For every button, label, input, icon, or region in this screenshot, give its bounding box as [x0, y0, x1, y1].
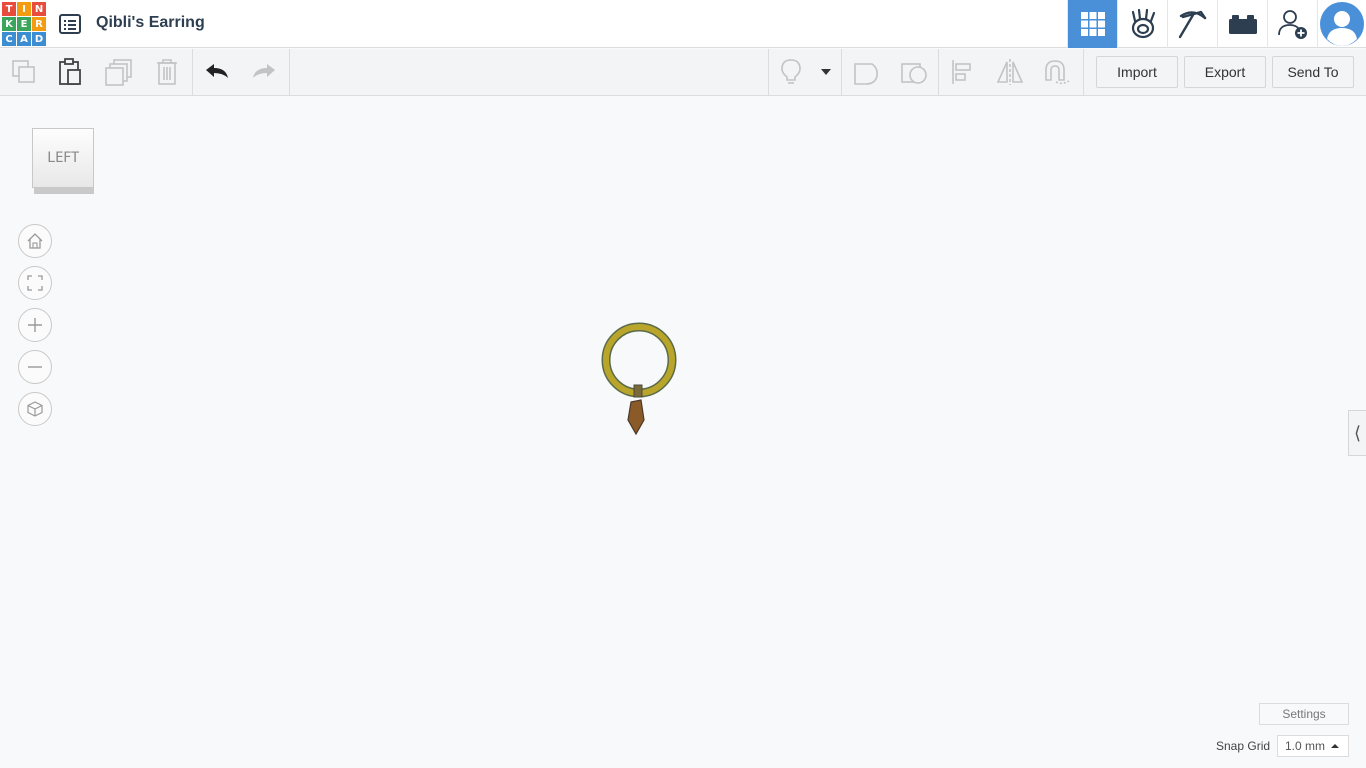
delete-button[interactable]	[144, 49, 190, 95]
logo-letter: R	[32, 17, 46, 31]
view-cube-face[interactable]: LEFT	[32, 128, 94, 188]
toolbar-divider	[938, 49, 939, 95]
magnet-icon	[1045, 60, 1070, 85]
trash-icon	[157, 59, 177, 85]
perspective-button[interactable]	[18, 392, 52, 426]
undo-icon	[206, 64, 228, 78]
cruise-button[interactable]	[1034, 49, 1080, 95]
invite-user-button[interactable]	[1267, 0, 1317, 48]
profile-avatar-button[interactable]	[1317, 0, 1366, 48]
toolbar-divider	[192, 49, 193, 95]
notes-button[interactable]	[768, 49, 814, 95]
side-panel-toggle[interactable]: ⟨	[1348, 410, 1366, 456]
settings-button[interactable]: Settings	[1259, 703, 1349, 725]
duplicate-button[interactable]	[96, 49, 142, 95]
top-bar: T I N K E R C A D Qibli's Earring	[0, 0, 1366, 48]
toolbar-divider	[1083, 49, 1084, 95]
logo-letter: N	[32, 2, 46, 16]
bricks-view-button[interactable]	[1217, 0, 1267, 48]
ungroup-button[interactable]	[891, 49, 937, 95]
mirror-button[interactable]	[987, 49, 1033, 95]
home-view-button[interactable]	[18, 224, 52, 258]
logo-letter: A	[17, 32, 31, 46]
snap-grid-select[interactable]: 1.0 mm	[1277, 735, 1349, 757]
tinkercad-logo[interactable]: T I N K E R C A D	[2, 2, 46, 46]
fit-view-icon	[27, 275, 43, 291]
home-icon	[27, 233, 43, 249]
edit-toolbar: Import Export Send To	[0, 49, 1366, 96]
import-button[interactable]: Import	[1096, 56, 1178, 88]
view-cube[interactable]: LEFT	[32, 128, 94, 194]
toolbar-divider	[841, 49, 842, 95]
blocks-view-button[interactable]	[1117, 0, 1167, 48]
3d-design-view-button[interactable]	[1067, 0, 1117, 48]
workplane-canvas	[155, 322, 1205, 436]
group-icon	[854, 63, 878, 85]
caret-up-icon	[1331, 744, 1340, 748]
minecraft-view-button[interactable]	[1167, 0, 1217, 48]
redo-icon	[253, 64, 275, 78]
paste-button[interactable]	[47, 49, 93, 95]
pickaxe-icon	[1178, 10, 1206, 39]
logo-letter: D	[32, 32, 46, 46]
duplicate-icon	[105, 59, 132, 86]
logo-letter: E	[17, 17, 31, 31]
fit-view-button[interactable]	[18, 266, 52, 300]
clipboard-icon	[59, 58, 81, 85]
view-cube-base	[34, 188, 94, 194]
add-user-icon	[1277, 10, 1307, 39]
mirror-icon	[996, 59, 1024, 85]
group-button[interactable]	[843, 49, 889, 95]
notes-dropdown-button[interactable]	[812, 49, 840, 95]
align-icon	[952, 60, 971, 84]
avatar-icon	[1320, 2, 1364, 46]
design-title[interactable]: Qibli's Earring	[96, 14, 205, 32]
align-button[interactable]	[940, 49, 986, 95]
undo-button[interactable]	[194, 49, 240, 95]
ungroup-icon	[901, 63, 927, 84]
logo-letter: K	[2, 17, 16, 31]
grid-icon	[1080, 12, 1105, 36]
export-button[interactable]: Export	[1184, 56, 1266, 88]
zoom-out-button[interactable]	[18, 350, 52, 384]
snap-grid-value: 1.0 mm	[1285, 739, 1326, 753]
design-list-button[interactable]	[58, 12, 82, 36]
lightbulb-icon	[781, 59, 801, 84]
logo-letter: C	[2, 32, 16, 46]
toolbar-divider	[289, 49, 290, 95]
chevron-left-icon: ⟨	[1353, 422, 1362, 443]
zoom-in-icon	[28, 318, 42, 332]
logo-letter: I	[17, 2, 31, 16]
hand-bug-icon	[1131, 8, 1155, 39]
list-icon	[59, 14, 81, 34]
logo-letter: T	[2, 2, 16, 16]
copy-icon	[12, 60, 35, 83]
zoom-out-icon	[28, 366, 42, 368]
brick-icon	[1228, 15, 1257, 34]
send-to-button[interactable]: Send To	[1272, 56, 1354, 88]
redo-button[interactable]	[241, 49, 287, 95]
snap-grid-label: Snap Grid	[1216, 739, 1271, 753]
zoom-in-button[interactable]	[18, 308, 52, 342]
caret-down-icon	[821, 69, 831, 75]
earring-model[interactable]	[601, 322, 677, 436]
perspective-icon	[27, 401, 43, 417]
copy-button[interactable]	[1, 49, 47, 95]
